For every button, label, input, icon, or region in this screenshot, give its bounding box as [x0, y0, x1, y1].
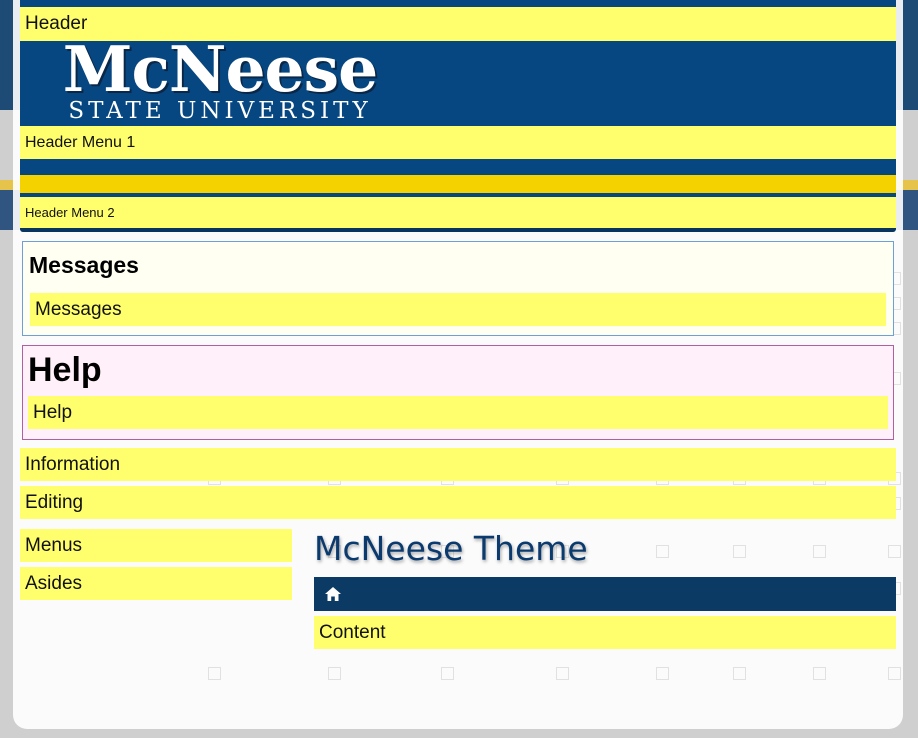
- region-messages: Messages: [30, 293, 886, 326]
- background-checkbox: [441, 667, 454, 680]
- background-checkbox: [888, 667, 901, 680]
- messages-region: Messages Messages: [22, 241, 894, 336]
- background-checkbox: [328, 667, 341, 680]
- region-content: Content: [314, 616, 896, 649]
- region-asides: Asides: [20, 567, 292, 600]
- mcneese-logo[interactable]: McNeese STATE UNIVERSITY: [55, 34, 385, 124]
- region-header-menu-2: Header Menu 2: [20, 197, 896, 228]
- background-checkbox: [888, 545, 901, 558]
- messages-heading: Messages: [29, 252, 139, 278]
- region-header-menu-1: Header Menu 1: [20, 126, 896, 159]
- region-help: Help: [28, 396, 888, 429]
- help-heading: Help: [28, 351, 102, 389]
- background-checkbox: [208, 667, 221, 680]
- help-region: Help Help: [22, 345, 894, 440]
- background-checkbox: [656, 667, 669, 680]
- background-checkbox: [556, 667, 569, 680]
- page-title: McNeese Theme: [314, 529, 588, 568]
- region-information: Information: [20, 448, 896, 481]
- region-menus: Menus: [20, 529, 292, 562]
- breadcrumb: [314, 577, 896, 611]
- background-checkbox: [733, 545, 746, 558]
- region-editing: Editing: [20, 486, 896, 519]
- header-bottom-rule: [20, 228, 896, 232]
- logo-wordmark: McNeese: [62, 32, 378, 106]
- background-checkbox: [733, 667, 746, 680]
- block-demo-overlay: Header McNeese STATE UNIVERSITY Header M…: [13, 0, 903, 729]
- home-icon[interactable]: [324, 586, 342, 602]
- logo-subtitle: STATE UNIVERSITY: [68, 98, 372, 124]
- background-checkbox: [656, 545, 669, 558]
- header-top-rule: [20, 0, 896, 7]
- background-checkbox: [813, 667, 826, 680]
- background-checkbox: [813, 545, 826, 558]
- header-gold-band: [20, 175, 896, 193]
